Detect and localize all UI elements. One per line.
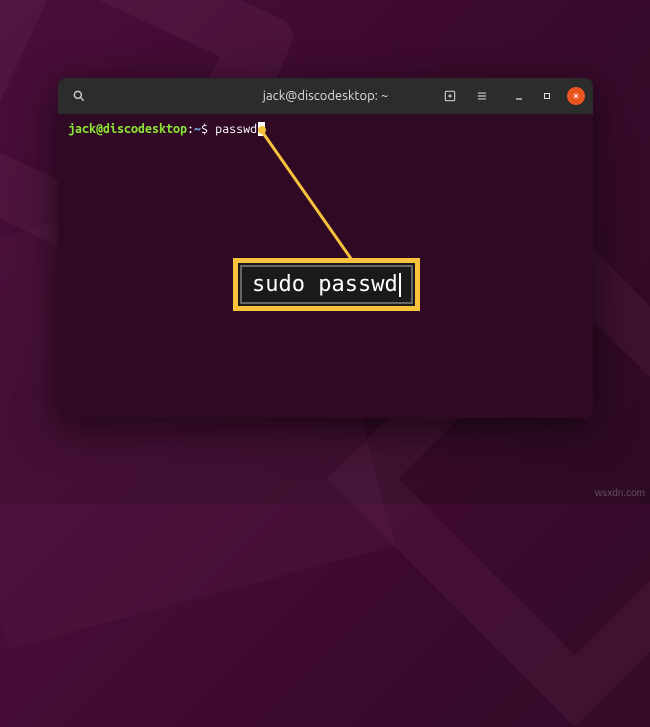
prompt-symbol: $ [201, 120, 208, 139]
command-input[interactable]: passwd [215, 120, 257, 139]
terminal-body[interactable]: jack@discodesktop:~$ passwd [58, 114, 593, 145]
terminal-window: jack@discodesktop: ~ ja [58, 78, 593, 418]
prompt-separator: : [187, 120, 194, 139]
prompt-path: ~ [194, 120, 201, 139]
callout-text: sudo passwd [252, 272, 398, 297]
window-title: jack@discodesktop: ~ [263, 89, 388, 103]
prompt-user-host: jack@discodesktop [68, 120, 187, 139]
minimize-button[interactable] [511, 88, 527, 104]
search-icon[interactable] [66, 83, 92, 109]
close-button[interactable] [567, 87, 585, 105]
hamburger-menu-icon[interactable] [469, 83, 495, 109]
callout-box: sudo passwd [233, 258, 420, 311]
watermark: wsxdn.com [595, 488, 645, 499]
window-titlebar[interactable]: jack@discodesktop: ~ [58, 78, 593, 114]
callout-anchor-dot [258, 126, 266, 134]
callout-cursor-icon [399, 273, 401, 297]
maximize-button[interactable] [539, 88, 555, 104]
terminal-line: jack@discodesktop:~$ passwd [68, 120, 583, 139]
new-tab-icon[interactable] [437, 83, 463, 109]
